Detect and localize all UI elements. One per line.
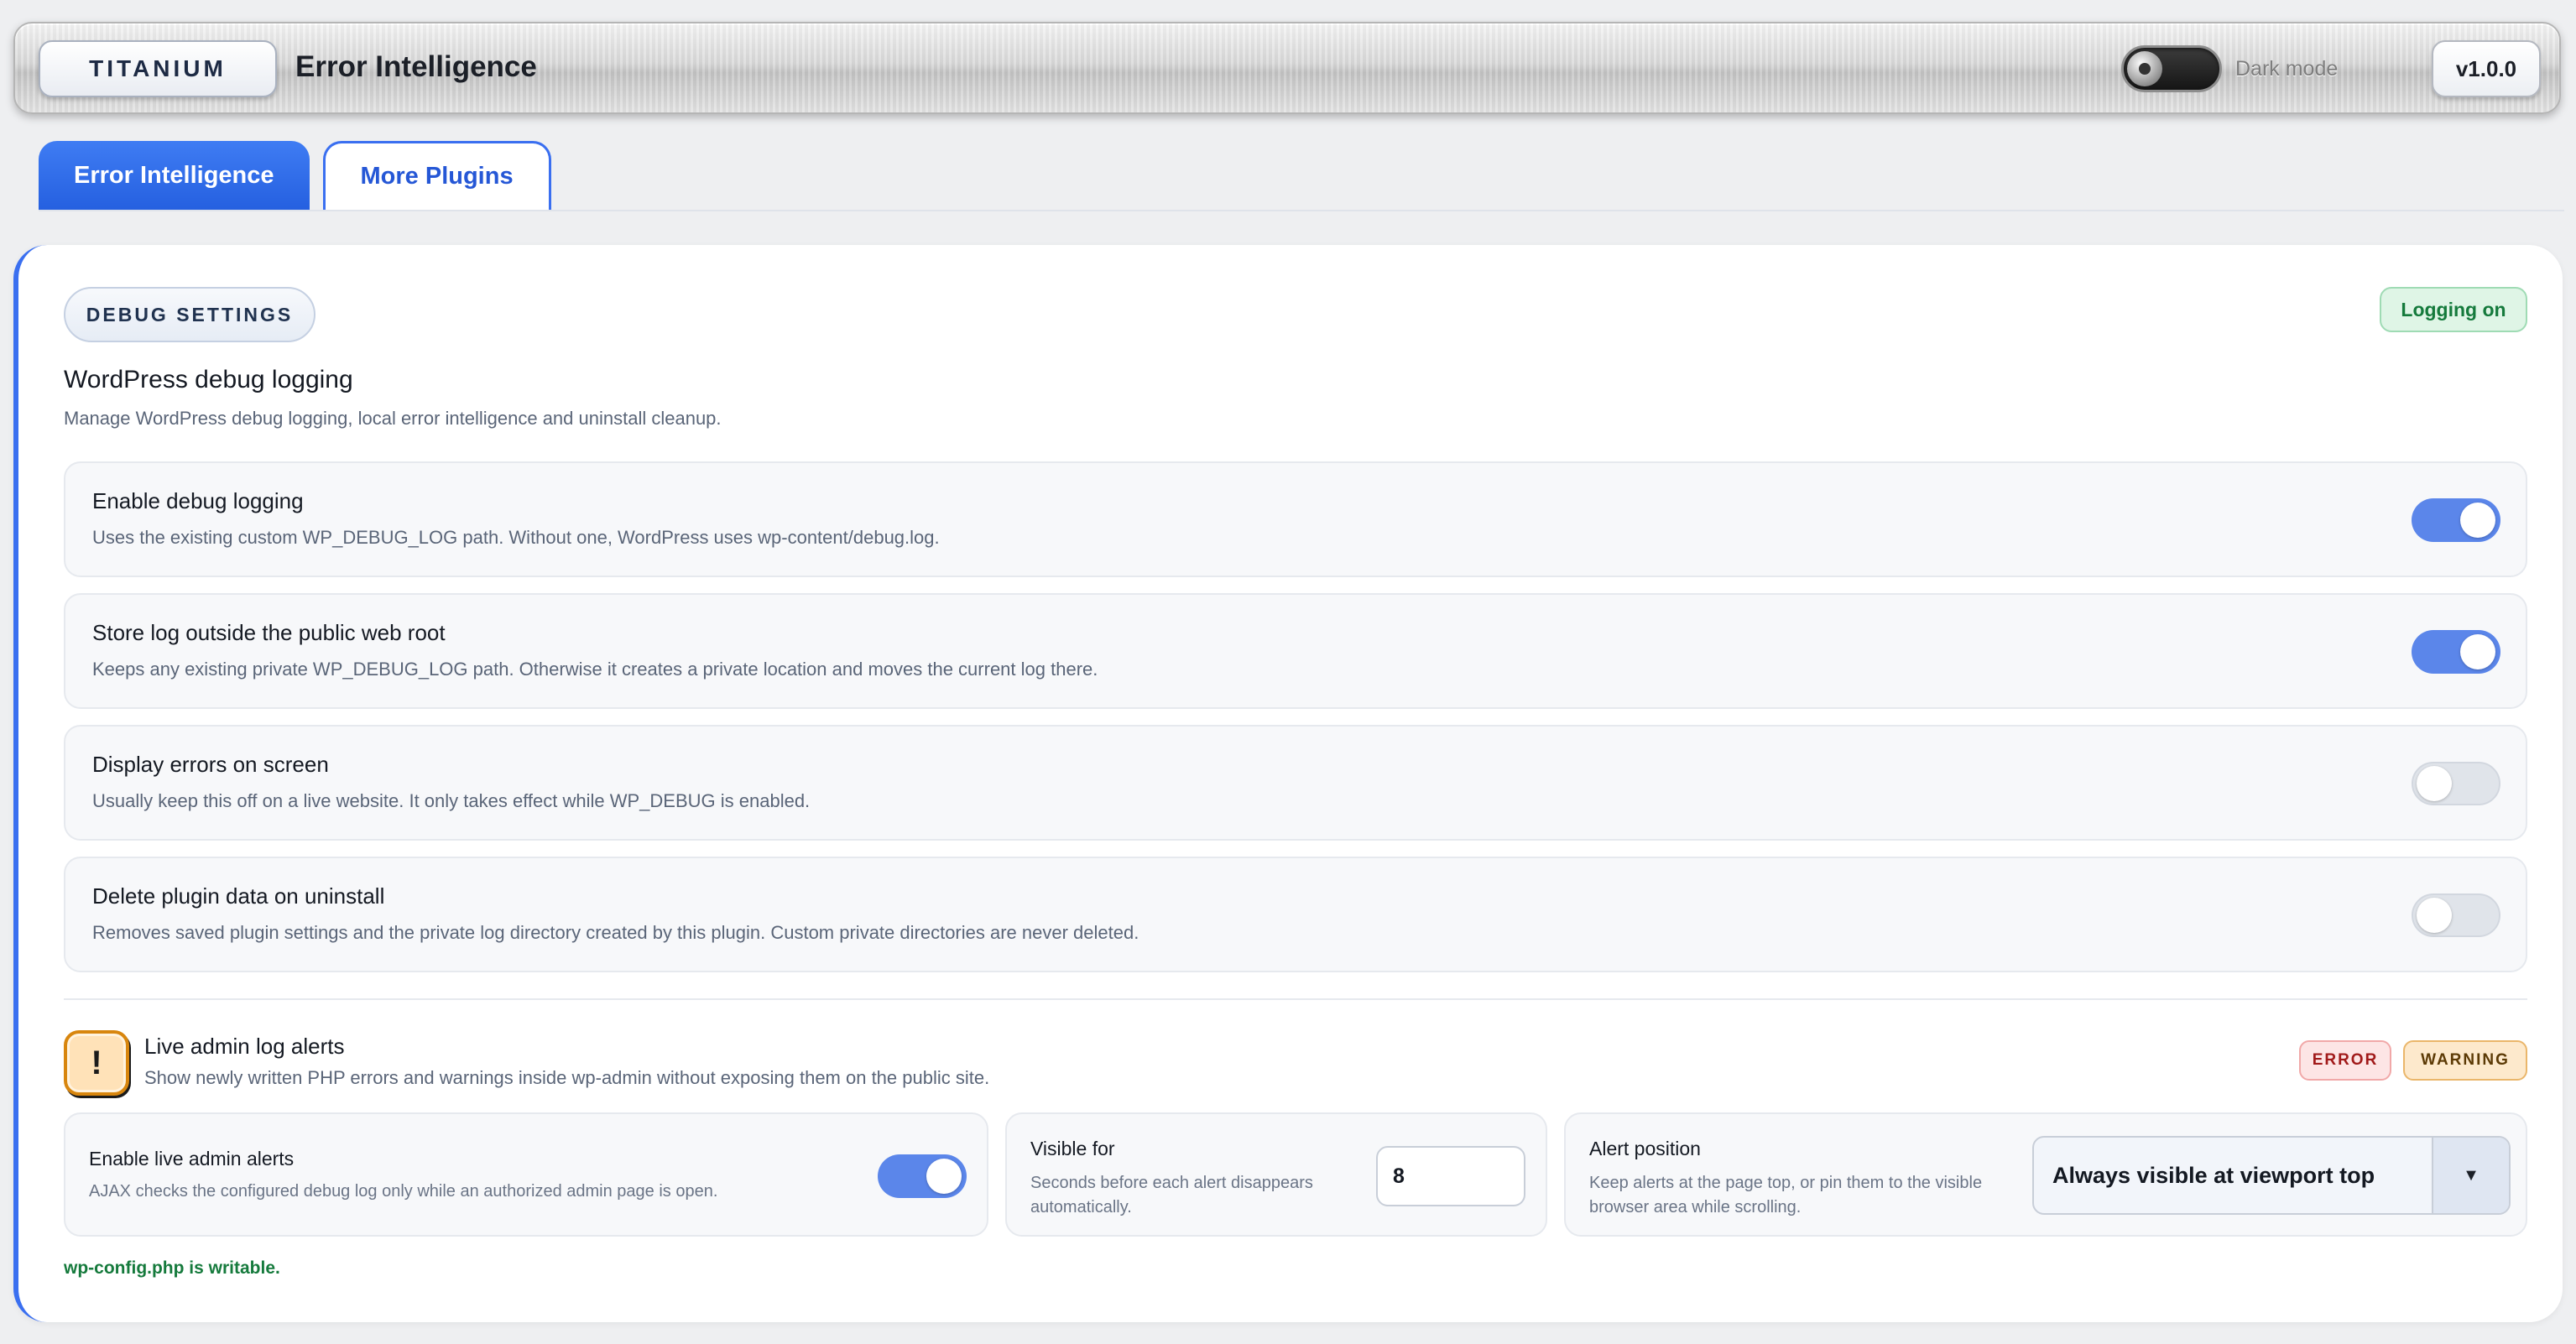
sub-description: Keep alerts at the page top, or pin them… (1589, 1171, 1982, 1220)
sub-title: Visible for (1030, 1138, 1115, 1159)
chevron-down-icon[interactable]: ▼ (2432, 1138, 2509, 1213)
desc-line: automatically. (1030, 1198, 1132, 1216)
delete-data-toggle[interactable] (2412, 893, 2500, 937)
desc-line: browser area while scrolling. (1589, 1198, 1802, 1216)
setting-title: Display errors on screen (92, 752, 329, 777)
select-value: Always visible at viewport top (2052, 1163, 2375, 1188)
brand-button[interactable]: TITANIUM (39, 40, 277, 97)
tab-error-intelligence[interactable]: Error Intelligence (39, 141, 310, 210)
section-title: WordPress debug logging (64, 366, 353, 393)
setting-description: Removes saved plugin settings and the pr… (92, 922, 1139, 943)
enable-live-alerts-card: Enable live admin alerts AJAX checks the… (64, 1112, 988, 1237)
sub-description: Seconds before each alert disappears aut… (1030, 1171, 1313, 1220)
exclamation-icon: ! (64, 1030, 129, 1096)
setting-title: Store log outside the public web root (92, 620, 446, 645)
store-log-outside-toggle[interactable] (2412, 630, 2500, 674)
setting-store-log-outside-webroot: Store log outside the public web root Ke… (64, 593, 2527, 709)
toggle-knob (926, 1159, 962, 1194)
version-badge[interactable]: v1.0.0 (2432, 40, 2541, 97)
setting-enable-debug-logging: Enable debug logging Uses the existing c… (64, 461, 2527, 577)
section-divider (64, 998, 2527, 1000)
tab-bar: Error Intelligence More Plugins (39, 141, 551, 210)
settings-card: DEBUG SETTINGS Logging on WordPress debu… (13, 245, 2563, 1322)
sub-title: Enable live admin alerts (89, 1148, 295, 1169)
section-pill: DEBUG SETTINGS (64, 287, 315, 342)
app-title: Error Intelligence (295, 50, 537, 83)
alerts-title: Live admin log alerts (144, 1034, 345, 1059)
setting-description: Uses the existing custom WP_DEBUG_LOG pa… (92, 527, 940, 548)
enable-debug-logging-toggle[interactable] (2412, 498, 2500, 542)
sub-title: Alert position (1589, 1138, 1701, 1159)
alerts-description: Show newly written PHP errors and warnin… (144, 1067, 990, 1088)
dark-mode-toggle[interactable] (2121, 45, 2222, 92)
status-badge: Logging on (2380, 287, 2527, 332)
display-errors-toggle[interactable] (2412, 762, 2500, 805)
sub-description: AJAX checks the configured debug log onl… (89, 1182, 718, 1201)
visible-for-card: Visible for Seconds before each alert di… (1005, 1112, 1547, 1237)
warning-chip: WARNING (2403, 1040, 2527, 1081)
dark-mode-label: Dark mode (2235, 57, 2339, 81)
tab-more-plugins[interactable]: More Plugins (322, 141, 551, 210)
setting-display-errors: Display errors on screen Usually keep th… (64, 725, 2527, 841)
alert-position-select[interactable]: Always visible at viewport top ▼ (2032, 1136, 2511, 1215)
setting-title: Enable debug logging (92, 488, 304, 513)
visible-for-seconds-input[interactable] (1376, 1146, 1525, 1206)
tab-divider (39, 210, 2564, 211)
toggle-knob (2417, 898, 2452, 933)
desc-line: Keep alerts at the page top, or pin them… (1589, 1174, 1983, 1192)
alert-position-card: Alert position Keep alerts at the page t… (1564, 1112, 2527, 1237)
setting-description: Usually keep this off on a live website.… (92, 790, 811, 811)
error-chip: ERROR (2299, 1040, 2391, 1081)
enable-live-alerts-toggle[interactable] (878, 1154, 967, 1198)
toggle-knob (2460, 503, 2495, 538)
setting-delete-data-on-uninstall: Delete plugin data on uninstall Removes … (64, 857, 2527, 972)
toggle-knob (2460, 634, 2495, 669)
setting-description: Keeps any existing private WP_DEBUG_LOG … (92, 659, 1098, 680)
desc-line: Seconds before each alert disappears (1030, 1174, 1313, 1192)
config-status-text: wp-config.php is writable. (64, 1258, 280, 1278)
toggle-knob (2417, 766, 2452, 801)
setting-title: Delete plugin data on uninstall (92, 883, 385, 909)
toggle-knob-icon (2127, 51, 2162, 86)
section-description: Manage WordPress debug logging, local er… (64, 408, 722, 429)
app-header: TITANIUM Error Intelligence Dark mode v1… (13, 22, 2561, 114)
